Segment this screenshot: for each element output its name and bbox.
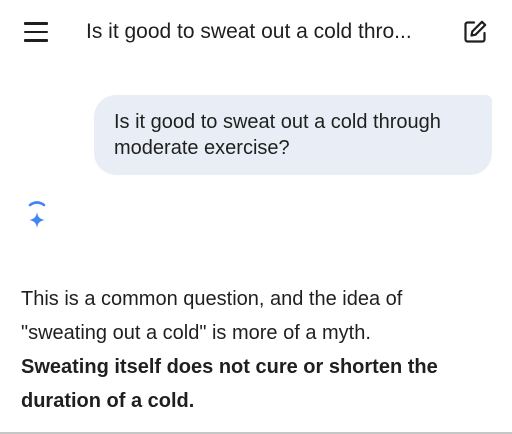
hamburger-menu-icon[interactable] xyxy=(24,22,48,42)
top-app-bar: Is it good to sweat out a cold thro... xyxy=(0,0,512,64)
chat-screen: Is it good to sweat out a cold thro... I… xyxy=(0,0,512,434)
chat-title: Is it good to sweat out a cold thro... xyxy=(86,20,412,43)
user-message-line: Is it good to sweat out a cold through xyxy=(114,111,441,133)
user-message-line: moderate exercise? xyxy=(114,137,290,159)
response-line: This is a common question, and the idea … xyxy=(21,288,403,310)
user-message-bubble: Is it good to sweat out a cold through m… xyxy=(94,95,492,175)
assistant-response: This is a common question, and the idea … xyxy=(21,282,491,418)
response-line: "sweating out a cold" is more of a myth. xyxy=(21,322,371,344)
response-bold-line: duration of a cold. xyxy=(21,390,195,412)
edit-icon[interactable] xyxy=(462,19,488,45)
response-bold-line: Sweating itself does not cure or shorten… xyxy=(21,356,438,378)
gemini-spark-icon xyxy=(28,201,46,228)
